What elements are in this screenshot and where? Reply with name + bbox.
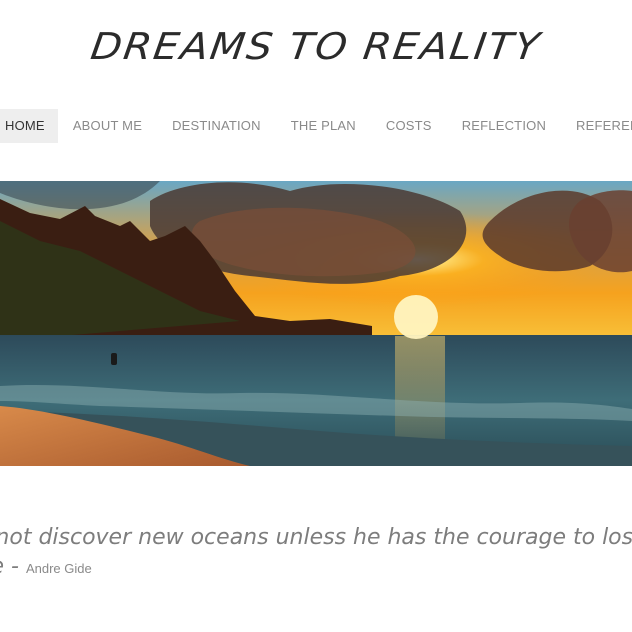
hero-image (0, 181, 632, 466)
quote-line-2: ore - Andre Gide (0, 552, 632, 583)
nav-item-the-plan[interactable]: THE PLAN (276, 109, 371, 143)
nav-item-about-me[interactable]: ABOUT ME (58, 109, 157, 143)
quote-author: Andre Gide (25, 561, 92, 576)
quote-line-2-text: ore - (0, 554, 19, 579)
nav-item-references[interactable]: REFERENCES (561, 109, 632, 143)
nav-item-home[interactable]: HOME (0, 109, 58, 143)
page: DREAMS TO REALITY HOME ABOUT ME DESTINAT… (0, 0, 632, 632)
quote-line-1: annot discover new oceans unless he has … (0, 525, 632, 550)
nav-item-destination[interactable]: DESTINATION (157, 109, 276, 143)
main-nav: HOME ABOUT ME DESTINATION THE PLAN COSTS… (0, 109, 632, 143)
nav-item-costs[interactable]: COSTS (371, 109, 447, 143)
site-title[interactable]: DREAMS TO REALITY (0, 26, 632, 68)
quote-block: annot discover new oceans unless he has … (0, 523, 632, 583)
beach-sunset-photo (0, 181, 632, 466)
nav-item-reflection[interactable]: REFLECTION (447, 109, 561, 143)
